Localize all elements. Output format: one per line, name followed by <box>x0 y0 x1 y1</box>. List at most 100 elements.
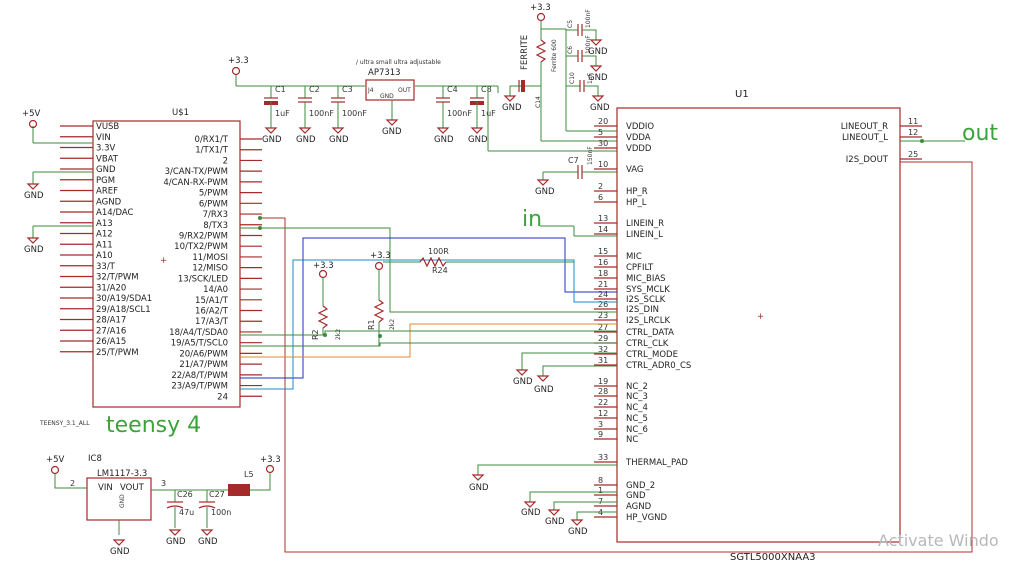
c27-gnd: GND <box>198 537 218 547</box>
sgtl-pin-name: HP_R <box>626 187 648 197</box>
teensy-left-pin: 3.3V <box>96 144 116 154</box>
sgtl-pin-num: 8 <box>598 476 603 485</box>
sgtl-pin-name: NC_6 <box>626 425 648 435</box>
out-label: out <box>962 121 998 146</box>
teensy-right-pin: 13/SCK/LED <box>178 274 229 284</box>
reg-vin: VIN <box>98 483 113 493</box>
teensy-right-pin: 21/A7/PWM <box>179 360 228 370</box>
sgtl-pin-name: THERMAL_PAD <box>625 458 688 468</box>
sgtl-pin-num: 6 <box>598 193 603 202</box>
teensy-symbol: U$1 TEENSY_3.1_ALL VUSBVIN3.3VVBATGNDPGM… <box>39 108 262 427</box>
cap-ref: C8 <box>481 85 492 94</box>
reg-gnd-label: GND <box>110 547 130 557</box>
sgtl-pin-name: CTRL_CLK <box>626 339 669 349</box>
sgtl-pin-num: 13 <box>598 214 608 223</box>
gnd2-gnd: GND <box>521 508 541 518</box>
ldo-part: AP7313 <box>368 68 401 78</box>
sgtl-pin-name: CTRL_MODE <box>626 350 678 360</box>
c7-cap: C7 150nF GND <box>535 146 617 197</box>
c7-value: 150nF <box>587 146 594 165</box>
teensy-left-pin: AREF <box>96 187 118 197</box>
sgtl-pin-num: 29 <box>598 334 608 343</box>
cap-value: 1uF <box>275 109 290 118</box>
sgtl-pin-num: 2 <box>598 182 603 191</box>
teensy-right-pin: 20/A6/PWM <box>179 349 228 359</box>
teensy-left-pin: 28/A17 <box>96 316 126 326</box>
sgtl-pin-num: 12 <box>598 409 608 418</box>
teensy-right-pin: 17/A3/T <box>195 317 229 327</box>
sgtl-pin-num: 1 <box>598 486 603 495</box>
reg-5v-label: +5V <box>46 455 65 465</box>
svg-text:+: + <box>757 312 764 322</box>
sgtl-pin-name: I2S_LRCLK <box>626 316 670 326</box>
cap-value: 100nF <box>585 9 592 28</box>
teensy-right-pin: 12/MISO <box>192 264 228 274</box>
teensy-right-pin: 14/A0 <box>203 285 228 295</box>
cap-gnd: GND <box>329 135 349 145</box>
sgtl-pin-num: 19 <box>598 377 608 386</box>
teensy-right-pin: 23/A9/T/PWM <box>171 382 228 392</box>
sgtl-right-pin-num: 11 <box>908 117 918 126</box>
teensy-left-pin: VIN <box>96 133 111 143</box>
reg-pin-out: 3 <box>161 479 166 488</box>
sgtl-pin-name: LINEIN_R <box>626 219 664 229</box>
sgtl-pin-num: 16 <box>598 258 608 267</box>
ldo-ap7313: / ultra small ultra adjustable AP7313 J4… <box>356 59 441 137</box>
r1-value: 2k2 <box>389 319 396 330</box>
teensy-right-pin: 8/TX3 <box>203 221 228 231</box>
cap-value: 100nF <box>309 109 334 118</box>
sgtl-pin-num: 26 <box>598 300 608 309</box>
sgtl-part: SGTL5000XNAA3 <box>730 552 816 561</box>
teensy-right-pin: 3/CAN-TX/PWM <box>165 167 228 177</box>
r1-ref: R1 <box>367 319 376 330</box>
ldo-gnd: GND <box>380 93 394 100</box>
rail-33-label: +3.3 <box>228 56 249 66</box>
teensy-left-pin: 27/A16 <box>96 326 126 336</box>
cap-ref: C5 <box>567 20 574 28</box>
sgtl-pin-name: VDDIO <box>626 122 654 132</box>
teensy-right-pin: 10/TX2/PWM <box>174 242 228 252</box>
teensy-left-pin: VBAT <box>96 154 119 164</box>
sgtl-pin-name: VDDD <box>626 144 652 154</box>
sgtl-pin-num: 24 <box>598 290 608 299</box>
sgtl-pin-name: VDDA <box>626 133 651 143</box>
ctrladr-gnd: GND <box>534 385 554 395</box>
sgtl-pin-num: 30 <box>598 139 608 148</box>
os-watermark: Activate Windo <box>878 531 999 550</box>
teensy-right-pin: 19/A5/T/SCL0 <box>171 339 228 349</box>
sgtl-pin-name: NC <box>626 435 638 445</box>
teensy-left-pin: 26/A15 <box>96 337 126 347</box>
agnd-gnd: GND <box>568 527 588 537</box>
cap-gnd: GND <box>590 103 610 113</box>
sgtl-pin-name: HP_VGND <box>626 513 668 523</box>
teensy-right-pin: 6/PWM <box>199 199 228 209</box>
sgtl-pin-name: I2S_DIN <box>626 305 659 315</box>
teensy-right-pin: 24 <box>217 392 228 402</box>
sgtl-pin-name: NC_5 <box>626 414 648 424</box>
teensy-left-pins: VUSBVIN3.3VVBATGNDPGMAREFAGNDA14/DACA13A… <box>60 122 152 358</box>
reg-pin-in: 2 <box>70 479 75 488</box>
c7-gnd: GND <box>535 187 555 197</box>
teensy-left-pin: A11 <box>96 240 113 250</box>
c14-ref: C14 <box>535 96 542 108</box>
reg-part: LM1117-3.3 <box>97 469 147 479</box>
teensy-right-pins: 0/RX1/T1/TX1/T23/CAN-TX/PWM4/CAN-RX-PWM5… <box>163 135 262 402</box>
sgtl-pin-name: NC_4 <box>626 403 648 413</box>
teensy-left-pin: 32/T/PWM <box>96 273 139 283</box>
c26-gnd: GND <box>166 537 186 547</box>
r1-33-label: +3.3 <box>370 251 391 261</box>
sgtl-pin-num: 18 <box>598 269 608 278</box>
teensy-left-pin: 31/A20 <box>96 283 126 293</box>
teensy-left-pin: A14/DAC <box>96 208 134 218</box>
sgtl-pin-name: NC_2 <box>626 382 648 392</box>
sgtl-pin-name: CPFILT <box>626 263 654 273</box>
sgtl-pin-num: 22 <box>598 398 608 407</box>
sgtl-pin-name: MIC_BIAS <box>626 274 666 284</box>
cap-ref: C4 <box>447 85 458 94</box>
teensy-right-pin: 11/MOSI <box>192 253 228 263</box>
teensy-right-pin: 5/PWM <box>199 189 228 199</box>
sgtl-pin-num: 31 <box>598 356 608 365</box>
teensy-left-pin: 33/T <box>96 262 116 272</box>
ldo-out: OUT <box>398 87 411 94</box>
l5-ref: L5 <box>244 470 254 479</box>
